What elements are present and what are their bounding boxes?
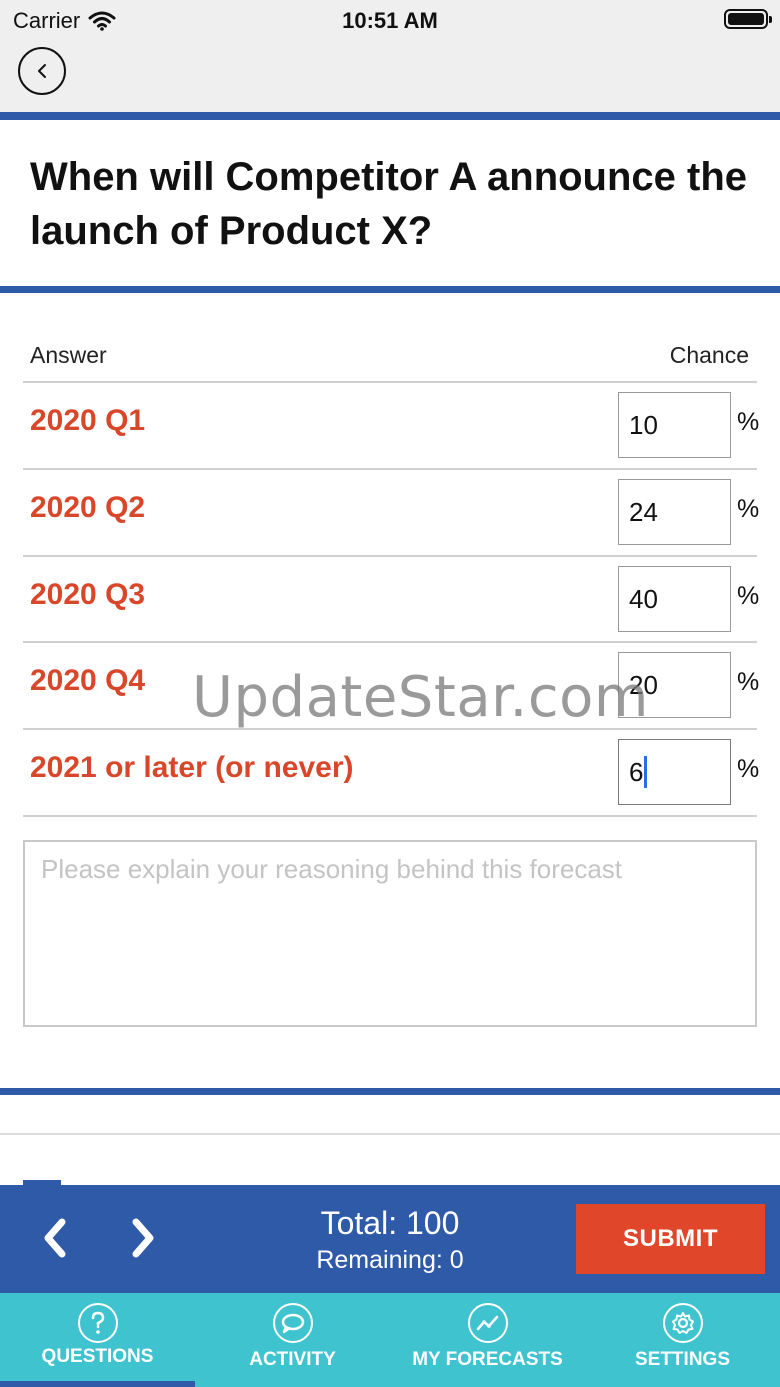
chance-input-2020-q2[interactable]: 24 <box>618 479 731 545</box>
percent-sign: % <box>737 495 760 523</box>
question-title: When will Competitor A announce the laun… <box>30 155 748 253</box>
next-question-button[interactable] <box>118 1213 168 1263</box>
answer-label: 2020 Q3 <box>30 578 146 611</box>
section-divider <box>0 1088 780 1095</box>
answer-label: 2020 Q4 <box>30 664 146 697</box>
answer-label: 2020 Q1 <box>30 404 146 437</box>
answer-row-2020-q3: 2020 Q3 40 % <box>0 556 780 642</box>
chance-value: 24 <box>629 496 658 527</box>
row-divider <box>23 815 757 817</box>
chance-column-header: Chance <box>669 342 749 368</box>
submit-button[interactable]: SUBMIT <box>576 1204 765 1274</box>
percent-sign: % <box>737 582 760 610</box>
tab-label: QUESTIONS <box>41 1346 154 1367</box>
tab-settings[interactable]: SETTINGS <box>585 1293 780 1387</box>
answer-row-2020-q2: 2020 Q2 24 % <box>0 469 780 555</box>
percent-sign: % <box>737 755 760 783</box>
tab-bar: QUESTIONS ACTIVITY MY FORECASTS SETTINGS <box>0 1293 780 1387</box>
reasoning-placeholder: Please explain your reasoning behind thi… <box>41 854 623 884</box>
header-divider <box>0 112 780 120</box>
tab-questions[interactable]: QUESTIONS <box>0 1293 195 1387</box>
gear-icon <box>663 1303 703 1343</box>
chance-value: 40 <box>629 583 658 614</box>
trend-line-icon <box>468 1303 508 1343</box>
tab-label: ACTIVITY <box>249 1349 336 1370</box>
tab-my-forecasts[interactable]: MY FORECASTS <box>390 1293 585 1387</box>
percent-sign: % <box>737 668 760 696</box>
chance-input-2020-q3[interactable]: 40 <box>618 566 731 632</box>
battery-icon <box>724 9 772 29</box>
remaining-readout: Remaining: 0 <box>316 1246 464 1274</box>
chance-input-2021-or-later[interactable]: 6 <box>618 739 731 805</box>
watermark: UpdateStar.com <box>192 665 649 730</box>
answer-column-header: Answer <box>30 342 107 368</box>
chevron-right-icon <box>132 1218 154 1258</box>
navigation-bar <box>0 42 780 112</box>
tab-activity[interactable]: ACTIVITY <box>195 1293 390 1387</box>
answer-label: 2020 Q2 <box>30 491 146 524</box>
chevron-left-icon <box>44 1218 66 1258</box>
tab-label: MY FORECASTS <box>412 1349 563 1370</box>
chat-bubble-icon <box>273 1303 313 1343</box>
answer-label: 2021 or later (or never) <box>30 751 354 784</box>
answer-row-2021-or-later: 2021 or later (or never) 6 % <box>0 729 780 815</box>
chance-value: 10 <box>629 409 658 440</box>
question-icon <box>78 1303 118 1343</box>
thin-divider <box>0 1133 780 1135</box>
forecast-action-bar: Total: 100 Remaining: 0 SUBMIT <box>0 1185 780 1293</box>
status-bar: Carrier 10:51 AM <box>0 0 780 42</box>
active-tab-indicator <box>0 1381 195 1387</box>
back-button[interactable] <box>18 47 66 95</box>
chevron-left-icon <box>38 64 46 78</box>
chance-value: 6 <box>629 756 644 787</box>
clock: 10:51 AM <box>342 8 438 33</box>
question-divider <box>0 286 780 293</box>
percent-sign: % <box>737 408 760 436</box>
reasoning-textarea[interactable]: Please explain your reasoning behind thi… <box>23 840 757 1027</box>
total-readout: Total: 100 <box>320 1205 460 1241</box>
tab-label: SETTINGS <box>634 1349 730 1370</box>
chance-input-2020-q1[interactable]: 10 <box>618 392 731 458</box>
previous-question-button[interactable] <box>30 1213 80 1263</box>
answer-row-2020-q1: 2020 Q1 10 % <box>0 382 780 468</box>
text-cursor <box>644 756 648 788</box>
